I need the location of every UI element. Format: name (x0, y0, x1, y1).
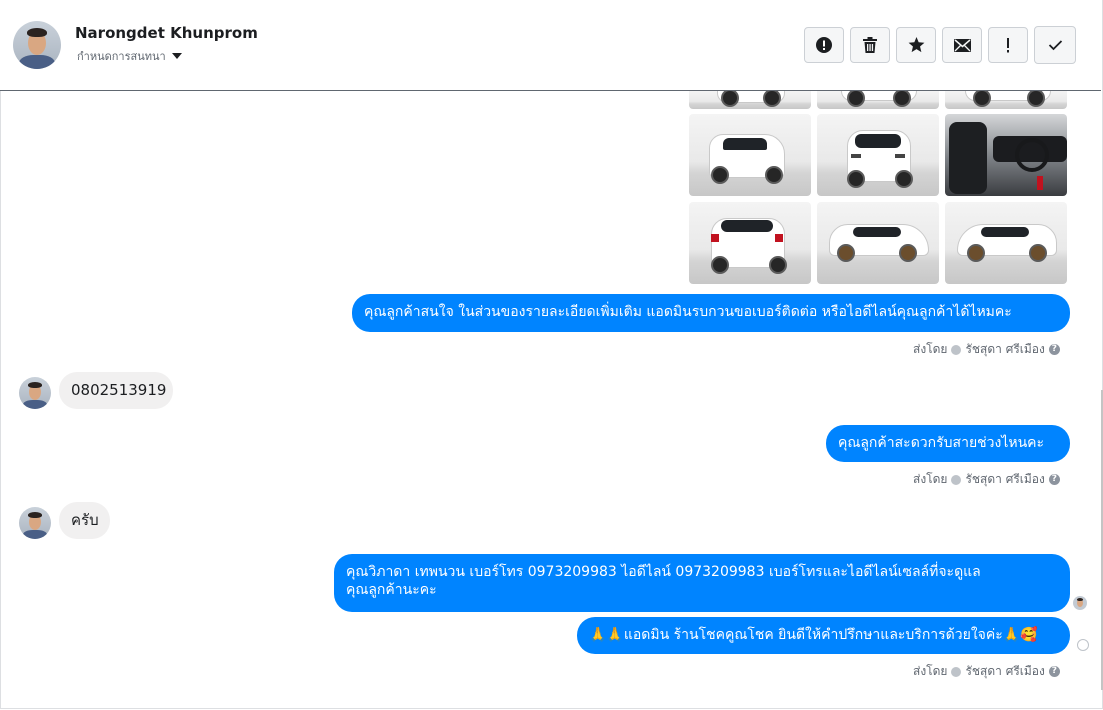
trash-icon (863, 37, 877, 53)
avatar[interactable] (19, 377, 51, 409)
mark-done-button[interactable] (1034, 26, 1076, 64)
car-photo[interactable] (689, 91, 811, 109)
incoming-message[interactable]: ครับ (59, 502, 110, 539)
sent-by-agent[interactable]: รัชสุดา ศรีเมือง (965, 340, 1044, 359)
help-icon[interactable]: ? (1048, 666, 1060, 677)
sent-by-info: ส่งโดย รัชสุดา ศรีเมือง ? (913, 470, 1060, 489)
outgoing-message[interactable]: คุณลูกค้าสะดวกรับสายช่วงไหนคะ (826, 425, 1070, 462)
car-photo[interactable] (689, 114, 811, 196)
help-icon[interactable]: ? (1048, 474, 1060, 485)
car-photo[interactable] (817, 202, 939, 284)
outgoing-message[interactable]: คุณวิภาดา เทพนวน เบอร์โทร 0973209983 ไอด… (334, 554, 1070, 612)
delete-button[interactable] (850, 27, 890, 63)
message-line: คุณวิภาดา เทพนวน เบอร์โทร 0973209983 ไอด… (346, 564, 981, 580)
sent-by-label: ส่งโดย (913, 472, 948, 486)
sent-by-info: ส่งโดย รัชสุดา ศรีเมือง ? (913, 340, 1060, 359)
help-icon[interactable]: ? (1048, 344, 1060, 355)
car-photo[interactable] (945, 114, 1067, 196)
conversation-toolbar (804, 26, 1076, 64)
caret-down-icon (171, 53, 182, 59)
envelope-icon (953, 38, 971, 52)
message-line: คุณลูกค้านะคะ (346, 582, 437, 598)
verified-icon (951, 474, 962, 485)
alert-circle-icon (816, 37, 832, 53)
car-photo[interactable] (817, 91, 939, 109)
conversation-schedule-label: กำหนดการสนทนา (77, 50, 166, 63)
verified-icon (951, 666, 962, 677)
contact-name[interactable]: Narongdet Khunprom (75, 24, 258, 42)
sent-by-label: ส่งโดย (913, 342, 948, 356)
avatar[interactable] (19, 507, 51, 539)
star-button[interactable] (896, 27, 936, 63)
car-photo[interactable] (945, 91, 1067, 109)
outgoing-message[interactable]: 🙏🙏แอดมิน ร้านโชคคูณโชค ยินดีให้คำปรึกษาแ… (577, 617, 1070, 654)
avatar[interactable] (13, 21, 61, 69)
sent-by-info: ส่งโดย รัชสุดา ศรีเมือง ? (913, 662, 1060, 681)
sent-by-agent[interactable]: รัชสุดา ศรีเมือง (965, 662, 1044, 681)
car-photo[interactable] (689, 202, 811, 284)
incoming-message[interactable]: 0802513919 (59, 372, 173, 409)
mark-spam-button[interactable] (804, 27, 844, 63)
star-icon (908, 37, 924, 53)
delivered-icon (1077, 639, 1089, 651)
follow-up-button[interactable] (988, 27, 1028, 63)
car-photo[interactable] (817, 114, 939, 196)
verified-icon (951, 344, 962, 355)
conversation-schedule-dropdown[interactable]: กำหนดการสนทนา (77, 47, 182, 65)
outgoing-message[interactable]: คุณลูกค้าสนใจ ในส่วนของรายละเอียดเพิ่มเต… (352, 294, 1070, 332)
sent-by-agent[interactable]: รัชสุดา ศรีเมือง (965, 470, 1044, 489)
seen-avatar (1073, 596, 1087, 610)
conversation-header: Narongdet Khunprom กำหนดการสนทนา (0, 0, 1101, 91)
exclamation-icon (1007, 37, 1009, 52)
car-photo[interactable] (945, 202, 1067, 284)
check-icon (1048, 40, 1062, 51)
sent-by-label: ส่งโดย (913, 664, 948, 678)
mark-unread-button[interactable] (942, 27, 982, 63)
